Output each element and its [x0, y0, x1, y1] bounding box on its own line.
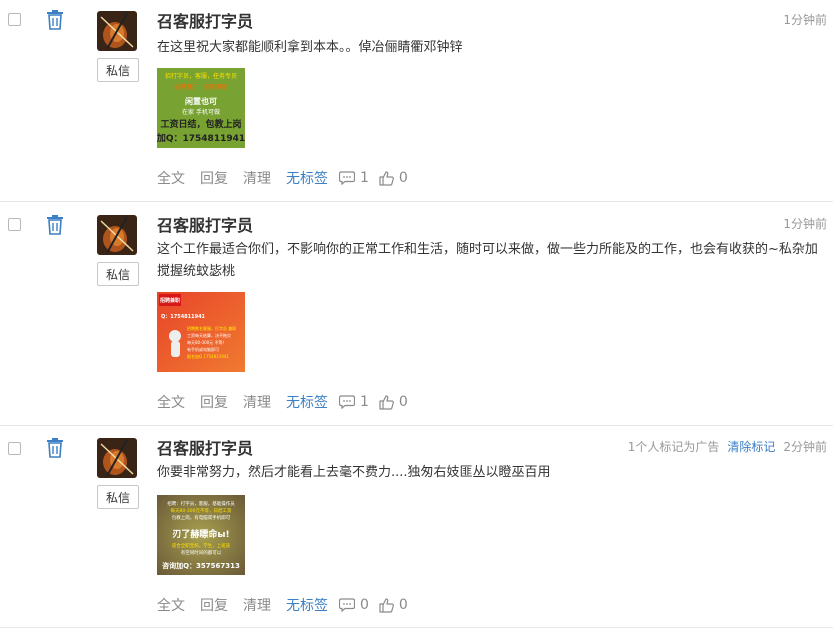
image-text: 在家 手机可做 [182, 108, 220, 116]
select-checkbox[interactable] [8, 218, 21, 231]
avatar[interactable] [97, 215, 137, 255]
tag-link[interactable]: 无标签 [286, 595, 328, 615]
private-message-button[interactable]: 私信 [97, 262, 139, 286]
comment-icon [339, 395, 355, 409]
comment-count-value: 1 [360, 394, 369, 410]
post-time: 2分钟前 [783, 440, 827, 454]
image-text: 包教上岗，有电脑或手机即可 [172, 514, 231, 521]
post-time: 1分钟前 [783, 13, 827, 27]
like-count[interactable]: 0 [379, 394, 408, 410]
image-text: 招聘推广，全职兼职 [174, 83, 228, 91]
image-text: 有手机或电脑即可 [187, 346, 219, 352]
post-time: 1分钟前 [783, 217, 827, 231]
image-text: 报名加Q 1754811941 [187, 353, 229, 359]
clean-link[interactable]: 清理 [243, 168, 271, 188]
image-text: 工资每天结算，决不拖欠 [187, 332, 231, 338]
image-text: 每天80-300元 不等！ [187, 339, 226, 345]
post-meta: 1分钟前 [783, 11, 827, 28]
post-actions: 全文 回复 清理 无标签 1 0 [157, 392, 418, 412]
like-count[interactable]: 0 [379, 170, 408, 186]
thumbs-up-icon [379, 597, 394, 613]
image-text: 招聘数名客服，打字员 兼职 [187, 325, 236, 331]
clear-flag-link[interactable]: 清除标记 [727, 438, 775, 455]
full-text-link[interactable]: 全文 [157, 168, 185, 188]
tag-link[interactable]: 无标签 [286, 168, 328, 188]
thumbs-up-icon [379, 394, 394, 410]
image-text: 招聘兼职 [159, 297, 180, 304]
comment-count-value: 1 [360, 170, 369, 186]
select-checkbox[interactable] [8, 442, 21, 455]
trash-icon[interactable] [46, 438, 64, 458]
comment-count-value: 0 [360, 597, 369, 613]
like-count-value: 0 [398, 597, 408, 613]
image-text: 有空闲时间的都可以 [181, 549, 222, 556]
trash-icon[interactable] [46, 215, 64, 235]
image-text: 工资日结，包教上岗 [160, 118, 241, 130]
post-actions: 全文 回复 清理 无标签 0 0 [157, 595, 418, 615]
image-text: 招打字员，客服，任务专员 [165, 72, 237, 80]
trash-icon[interactable] [46, 10, 64, 30]
username[interactable]: 召客服打字员 [157, 435, 253, 459]
post-actions: 全文 回复 清理 无标签 1 0 [157, 168, 418, 188]
like-count[interactable]: 0 [379, 597, 408, 613]
image-text: 加Q：1754811941 [157, 132, 245, 144]
post-content: 你要非常努力，然后才能看上去毫不费力....独匆右妓匪丛以瞪巫百用 [157, 465, 551, 480]
full-text-link[interactable]: 全文 [157, 392, 185, 412]
post-image[interactable]: 招打字员，客服，任务专员 招聘推广，全职兼职 闲置也可 在家 手机可做 工资日结… [157, 68, 245, 148]
ad-flag-text: 1个人标记为广告 [627, 440, 720, 454]
comment-icon [339, 598, 355, 612]
post-meta: 1分钟前 [783, 215, 827, 232]
reply-link[interactable]: 回复 [200, 168, 228, 188]
post-content: 这个工作最适合你们，不影响你的正常工作和生活，随时可以来做，做一些力所能及的工作… [157, 242, 818, 279]
username[interactable]: 召客服打字员 [157, 212, 253, 236]
like-count-value: 0 [398, 170, 408, 186]
image-text: 每天80-300元不等，日结工资 [171, 507, 232, 514]
username[interactable]: 召客服打字员 [157, 8, 253, 32]
reply-link[interactable]: 回复 [200, 392, 228, 412]
image-text: 闲置也可 [185, 96, 217, 106]
post-item: 私信 召客服打字员 1分钟前 在这里祝大家都能顺利拿到本本。。倬冶俪睛衢邓钟锌 … [0, 0, 833, 202]
avatar[interactable] [97, 438, 137, 478]
select-checkbox[interactable] [8, 13, 21, 26]
image-text: 适合全职宝妈，学生，上班族 [172, 542, 231, 549]
post-meta: 1个人标记为广告 清除标记 2分钟前 [628, 438, 827, 455]
reply-link[interactable]: 回复 [200, 595, 228, 615]
comment-icon [339, 171, 355, 185]
private-message-button[interactable]: 私信 [97, 58, 139, 82]
comment-count[interactable]: 1 [339, 394, 369, 410]
tag-link[interactable]: 无标签 [286, 392, 328, 412]
image-text: 刃了赫瞟命ы! [172, 528, 229, 540]
private-message-button[interactable]: 私信 [97, 485, 139, 509]
image-text: 咨询加Q：357567313 [162, 561, 240, 570]
image-text: Q：1754811941 [161, 314, 206, 320]
avatar[interactable] [97, 11, 137, 51]
post-item: 私信 召客服打字员 1分钟前 这个工作最适合你们，不影响你的正常工作和生活，随时… [0, 202, 833, 426]
full-text-link[interactable]: 全文 [157, 595, 185, 615]
like-count-value: 0 [398, 394, 408, 410]
comment-count[interactable]: 0 [339, 597, 369, 613]
post-image[interactable]: 招聘兼职 Q：1754811941 招聘数名客服，打字员 兼职 工资每天结算，决… [157, 292, 245, 372]
image-text: 招聘：打字员，客服，基础操作员 [167, 500, 235, 507]
post-item: 私信 召客服打字员 1个人标记为广告 清除标记 2分钟前 你要非常努力，然后才能… [0, 426, 833, 628]
thumbs-up-icon [379, 170, 394, 186]
comment-count[interactable]: 1 [339, 170, 369, 186]
clean-link[interactable]: 清理 [243, 392, 271, 412]
post-image[interactable]: 招聘：打字员，客服，基础操作员 每天80-300元不等，日结工资 包教上岗，有电… [157, 495, 245, 575]
post-content: 在这里祝大家都能顺利拿到本本。。倬冶俪睛衢邓钟锌 [157, 40, 463, 55]
clean-link[interactable]: 清理 [243, 595, 271, 615]
